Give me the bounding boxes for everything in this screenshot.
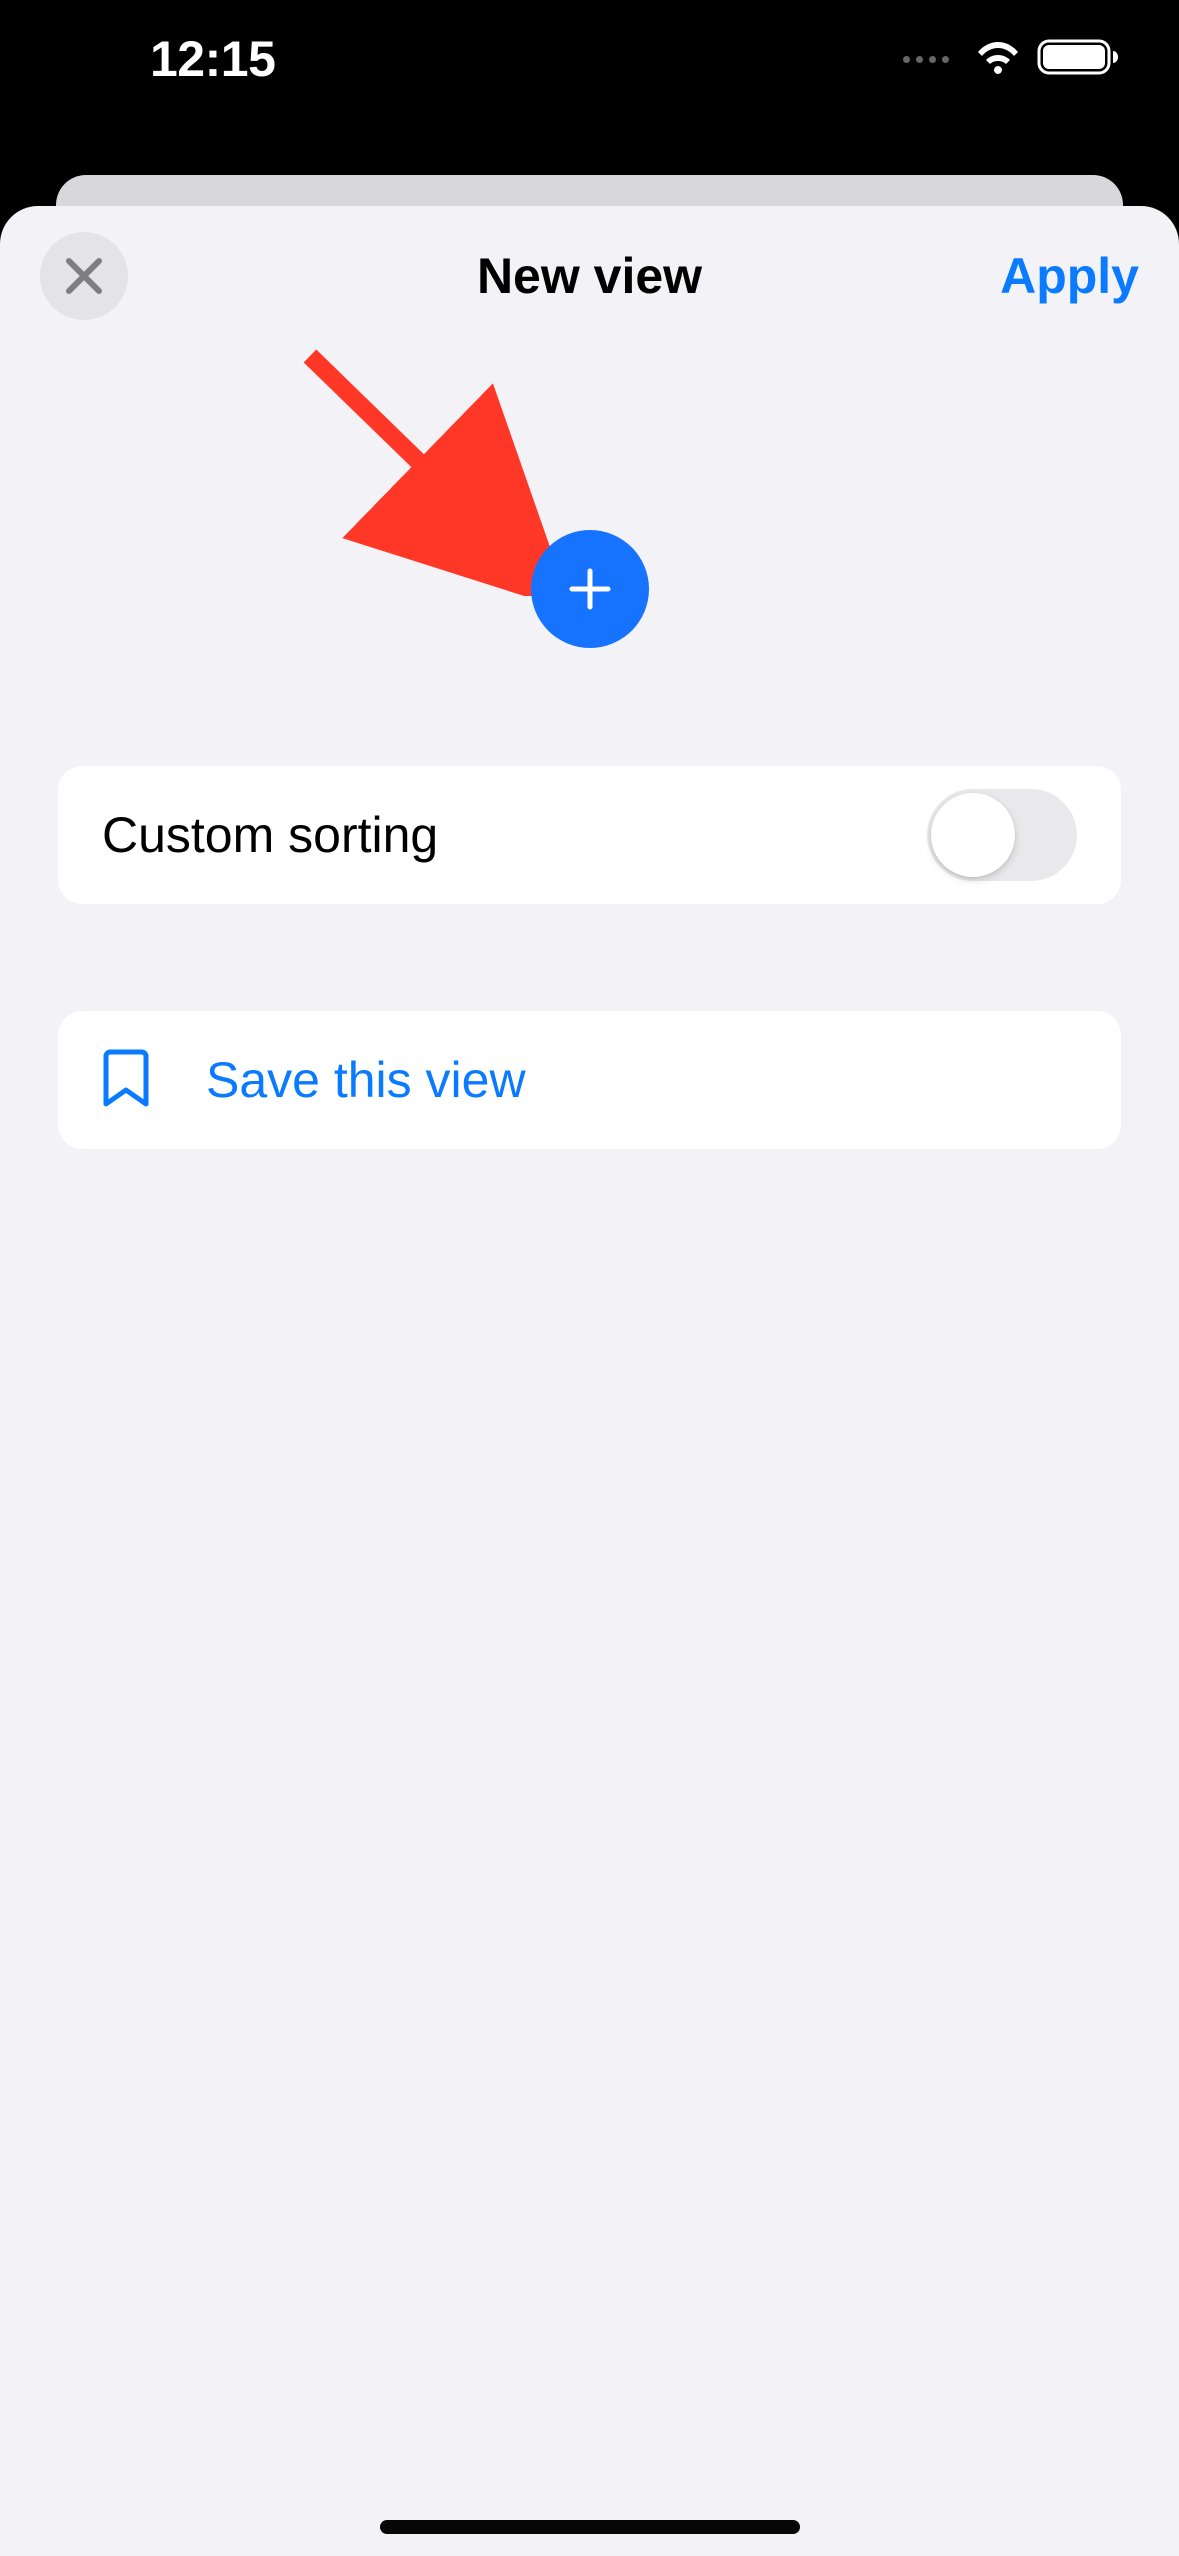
modal-sheet: New view Apply Custom sorting Sav (0, 206, 1179, 2556)
custom-sorting-row: Custom sorting (58, 766, 1121, 904)
bookmark-icon (102, 1048, 150, 1113)
save-view-button[interactable]: Save this view (58, 1011, 1121, 1149)
custom-sorting-toggle[interactable] (927, 789, 1077, 881)
sheet-header: New view Apply (0, 206, 1179, 316)
status-bar: 12:15 (0, 0, 1179, 108)
status-time: 12:15 (150, 30, 275, 88)
save-view-label: Save this view (206, 1051, 526, 1109)
custom-sorting-label: Custom sorting (102, 806, 438, 864)
apply-button[interactable]: Apply (1000, 247, 1139, 305)
add-button[interactable] (531, 530, 649, 648)
wifi-icon (973, 38, 1023, 81)
annotation-arrow (290, 336, 550, 601)
sheet-title: New view (477, 247, 702, 305)
toggle-knob (931, 793, 1015, 877)
close-button[interactable] (40, 232, 128, 320)
status-indicators (903, 37, 1119, 82)
battery-icon (1037, 37, 1119, 82)
status-dots-icon (903, 56, 949, 63)
home-indicator[interactable] (380, 2520, 800, 2534)
plus-icon (566, 565, 614, 613)
close-icon (65, 257, 103, 295)
